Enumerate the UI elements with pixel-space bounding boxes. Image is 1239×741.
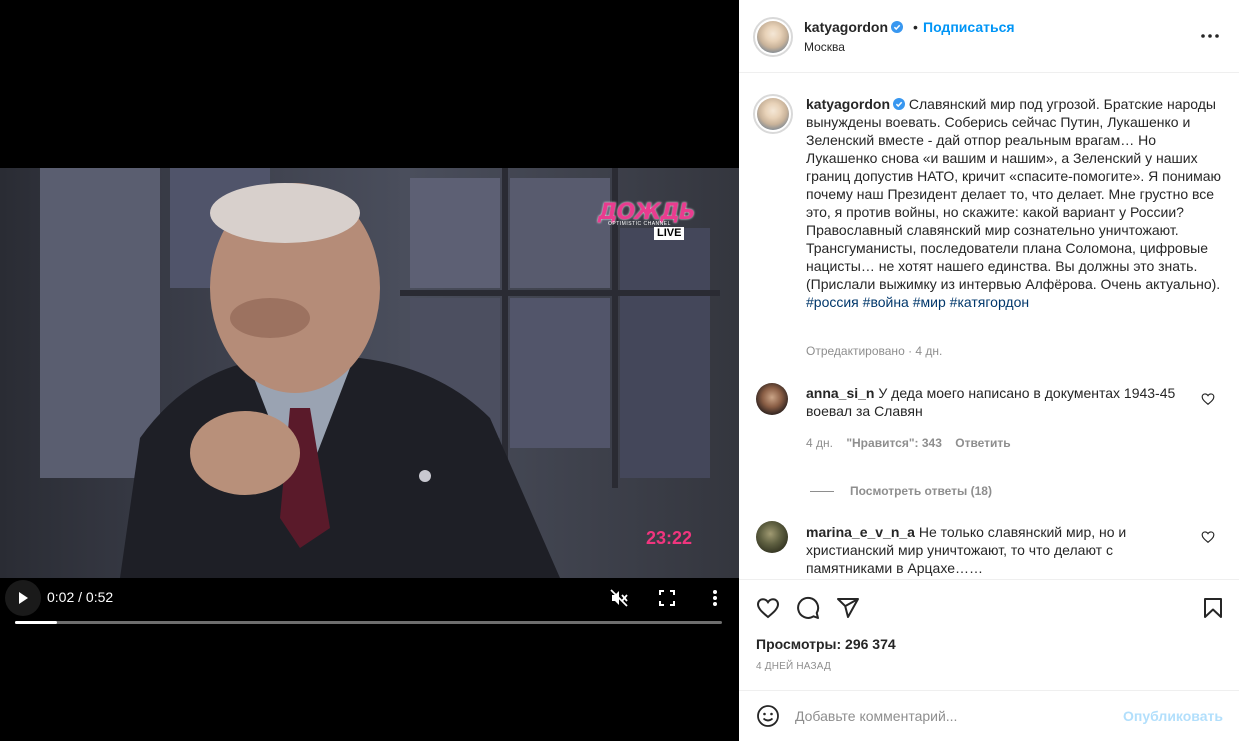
hashtag-link[interactable]: #война (863, 294, 909, 310)
live-badge: LIVE (654, 227, 685, 240)
comment-bubble-icon[interactable] (796, 596, 820, 620)
time-readout: 0:02 / 0:52 (47, 589, 114, 605)
post-actions (739, 582, 1239, 632)
more-horizontal-icon (1201, 34, 1219, 38)
commenter-username[interactable]: marina_e_v_n_a (806, 524, 915, 540)
view-replies-label[interactable]: Посмотреть ответы (18) (850, 484, 992, 498)
share-paper-plane-icon[interactable] (836, 596, 860, 620)
fullscreen-icon (659, 590, 675, 606)
commenter-avatar[interactable] (756, 383, 788, 415)
add-comment-bar: Опубликовать (739, 690, 1239, 741)
caption-author-avatar[interactable] (753, 94, 793, 134)
comment-likes-count[interactable]: "Нравится": 343 (846, 436, 942, 450)
caption-text: Славянский мир под угрозой. Братские нар… (806, 96, 1221, 292)
post-date[interactable]: 4 ДНЕЙ НАЗАД (756, 661, 831, 672)
mute-button[interactable] (608, 587, 630, 609)
comment-age: 4 дн. (806, 436, 833, 450)
bookmark-save-icon[interactable] (1201, 596, 1225, 620)
author-avatar[interactable] (753, 17, 793, 57)
post-header: katyagordon • Подписаться Москва (739, 0, 1239, 73)
comment-like-heart-icon[interactable] (1201, 392, 1215, 406)
more-vertical-icon (713, 590, 717, 606)
comment-like-heart-icon[interactable] (1201, 530, 1215, 544)
broadcast-time-overlay: 23:22 (646, 528, 693, 548)
comment-meta: 4 дн. "Нравится": 343 Ответить (806, 436, 1021, 450)
video-more-options-button[interactable] (704, 587, 726, 609)
play-button[interactable] (5, 580, 41, 616)
author-username-link[interactable]: katyagordon (804, 19, 904, 35)
comment-item: anna_si_n У деда моего написано в докуме… (806, 384, 1198, 420)
caption-meta: Отредактировано · 4 дн. (806, 344, 943, 358)
view-replies-button[interactable]: Посмотреть ответы (18) (810, 484, 992, 498)
emoji-smiley-icon[interactable] (756, 704, 780, 728)
video-player[interactable]: ДОЖДЬ OPTIMISTIC CHANNEL LIVE 23:22 0:02… (0, 0, 739, 741)
verified-badge-icon (891, 21, 904, 33)
comment-item: marina_e_v_n_a Не только славянский мир,… (806, 523, 1198, 577)
like-heart-icon[interactable] (756, 596, 780, 620)
volume-muted-icon (610, 589, 628, 607)
hashtag-link[interactable]: #россия (806, 294, 859, 310)
comment-input[interactable] (795, 705, 1105, 727)
post-caption: katyagordon Славянский мир под угрозой. … (806, 95, 1224, 311)
progress-bar[interactable] (15, 621, 722, 624)
views-count: Просмотры: 296 374 (756, 636, 896, 652)
caption-username[interactable]: katyagordon (806, 96, 890, 112)
comments-area[interactable]: katyagordon Славянский мир под угрозой. … (739, 74, 1239, 580)
verified-badge-icon (893, 98, 906, 110)
hashtag-link[interactable]: #мир (913, 294, 946, 310)
channel-logo: ДОЖДЬ OPTIMISTIC CHANNEL LIVE (598, 200, 698, 244)
post-options-button[interactable] (1198, 26, 1222, 46)
author-username[interactable]: katyagordon (804, 19, 888, 35)
progress-fill (15, 621, 58, 624)
play-icon (19, 592, 28, 604)
video-frame[interactable]: ДОЖДЬ OPTIMISTIC CHANNEL LIVE 23:22 (0, 168, 739, 578)
post-location[interactable]: Москва (804, 40, 845, 54)
header-dot-separator: • (913, 19, 918, 35)
hashtag-link[interactable]: #катягордон (950, 294, 1029, 310)
fullscreen-button[interactable] (656, 587, 678, 609)
commenter-username[interactable]: anna_si_n (806, 385, 874, 401)
commenter-avatar[interactable] (756, 521, 788, 553)
video-controls: 0:02 / 0:52 (0, 578, 739, 638)
follow-button[interactable]: Подписаться (923, 19, 1015, 35)
reply-button[interactable]: Ответить (955, 436, 1010, 450)
replies-divider-line (810, 491, 834, 493)
publish-button[interactable]: Опубликовать (1123, 708, 1223, 724)
post-side-panel: katyagordon • Подписаться Москва katyago… (739, 0, 1239, 741)
